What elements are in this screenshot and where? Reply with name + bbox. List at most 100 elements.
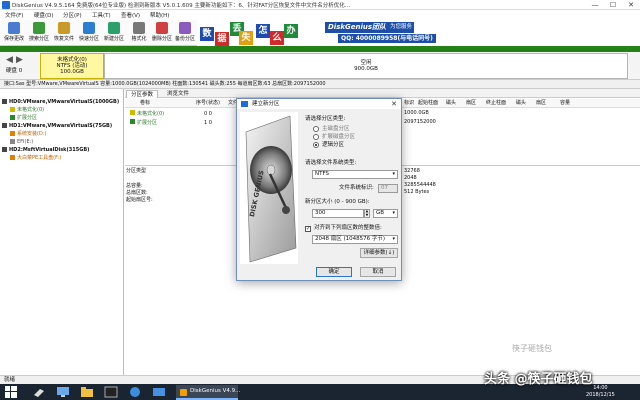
banner-char: 据 xyxy=(215,32,229,46)
tree-node-disk[interactable]: HD0:VMware,VMwareVirtualS(1000GB) xyxy=(2,98,119,106)
prev-disk-icon[interactable]: ◀ xyxy=(6,55,13,65)
menu-help[interactable]: 帮助(H) xyxy=(150,11,169,19)
tray-clock[interactable]: 14:00 2018/12/15 xyxy=(586,385,615,399)
detail-key: 总容量: xyxy=(126,183,143,189)
network-icon[interactable] xyxy=(128,386,142,398)
detail-key: 总扇区数: xyxy=(126,190,148,196)
tab-browse-files[interactable]: 浏览文件 xyxy=(163,90,193,98)
column-header[interactable]: 磁头 xyxy=(446,100,456,107)
close-button[interactable]: ✕ xyxy=(622,0,640,10)
menu-disk[interactable]: 硬盘(D) xyxy=(34,11,54,19)
tree-node-partition[interactable]: 扩展分区 xyxy=(10,114,37,122)
radio-logical-label: 逻辑分区 xyxy=(322,142,345,148)
column-header[interactable]: 终止柱面 xyxy=(486,100,506,107)
minimize-button[interactable]: — xyxy=(586,0,604,10)
detail-value: 2097152000 xyxy=(404,119,436,125)
next-disk-icon[interactable]: ▶ xyxy=(16,55,23,65)
menu-partition[interactable]: 分区(P) xyxy=(63,11,82,19)
tree-node-partition[interactable]: 大白菜PE工具盘(F:) xyxy=(10,154,61,162)
column-header[interactable]: 磁头 xyxy=(516,100,526,107)
disk-info-line: 接口:Sas 型号:VMware,VMwareVirtualS 容量:1000.… xyxy=(0,80,640,89)
diskgenius-app-icon xyxy=(180,389,187,396)
save-changes-button[interactable]: 保存更改 xyxy=(2,21,26,45)
column-header[interactable]: 序号(状态) xyxy=(196,100,220,107)
tree-node-disk[interactable]: HD2:MsftVirtualDisk(315GB) xyxy=(2,146,89,154)
quick-partition-icon xyxy=(83,22,95,34)
fs-type-select[interactable]: NTFS ▾ xyxy=(312,170,398,179)
banner-brand: DiskGenius团队 xyxy=(325,22,390,33)
new-partition-button[interactable]: 新建分区 xyxy=(102,21,126,45)
search-partition-button[interactable]: 搜索分区 xyxy=(27,21,51,45)
clock-date: 2018/12/15 xyxy=(586,392,615,398)
tree-node-partition[interactable]: EFI(E:) xyxy=(10,138,33,146)
detail-value: 512 Bytes xyxy=(404,189,430,195)
banner-char: 失 xyxy=(239,31,253,45)
radio-logical[interactable] xyxy=(313,142,319,148)
align-checkbox[interactable]: ✓ xyxy=(305,226,311,232)
tree-node-partition[interactable]: 系统安装(D:) xyxy=(10,130,46,138)
menu-file[interactable]: 文件(F) xyxy=(5,11,23,19)
dialog-close-button[interactable]: ✕ xyxy=(388,99,400,109)
partition-block-free[interactable]: 空闲 900.0GB xyxy=(104,53,628,79)
quick-partition-button[interactable]: 快速分区 xyxy=(77,21,101,45)
terminal-icon[interactable] xyxy=(104,386,118,398)
table-row[interactable]: 扩展分区 1 0 xyxy=(130,119,212,127)
new-partition-icon xyxy=(108,22,120,34)
ok-button[interactable]: 确定 xyxy=(316,267,352,277)
menu-view[interactable]: 查看(V) xyxy=(121,11,140,19)
tree-node-disk[interactable]: HD1:VMware,VMwareVirtualS(75GB) xyxy=(2,122,112,130)
watermark-top: 筷子砸钱包 xyxy=(512,344,552,353)
computer-icon[interactable] xyxy=(56,386,70,398)
align-select[interactable]: 2048 扇区 (1048576 字节) ▾ xyxy=(312,235,398,244)
disk-label: 硬盘 0 xyxy=(6,68,23,74)
detail-value: 3285544448 xyxy=(404,182,436,188)
size-stepper[interactable]: ▲ ▼ xyxy=(364,209,370,218)
detail-value: 2048 xyxy=(404,175,417,181)
radio-primary[interactable] xyxy=(313,126,319,132)
chevron-down-icon: ▾ xyxy=(392,171,395,177)
size-input[interactable]: 300 xyxy=(312,209,364,218)
cancel-button[interactable]: 取消 xyxy=(360,267,396,277)
recover-files-button[interactable]: 恢复文件 xyxy=(52,21,76,45)
eraser-icon[interactable] xyxy=(32,386,46,398)
delete-partition-button[interactable]: 删除分区 xyxy=(150,21,174,45)
hard-disk-illustration xyxy=(240,112,298,264)
display-icon[interactable] xyxy=(152,386,166,398)
fs-id-label: 文件系统标识: xyxy=(339,185,374,191)
fs-id-field: 07 xyxy=(378,184,398,193)
banner-char: 办 xyxy=(284,24,298,38)
radio-extended[interactable] xyxy=(313,134,319,140)
dialog-title: 建立新分区 xyxy=(252,101,280,107)
recover-icon xyxy=(58,22,70,34)
table-row[interactable]: 未格式化(0) 0 0 xyxy=(130,110,212,118)
align-label: 对齐到下列扇区数的整数倍: xyxy=(314,225,382,231)
search-icon xyxy=(33,22,45,34)
column-header[interactable]: 扇区 xyxy=(536,100,546,107)
maximize-button[interactable]: ☐ xyxy=(604,0,622,10)
format-button[interactable]: 格式化 xyxy=(127,21,151,45)
column-header[interactable]: 扇区 xyxy=(466,100,476,107)
window-title: DiskGenius V4.9.5.164 免费版(64位专业版) 检测到新版本… xyxy=(12,3,351,9)
column-header[interactable]: 卷标 xyxy=(140,100,150,107)
menu-tools[interactable]: 工具(T) xyxy=(92,11,111,19)
format-icon xyxy=(133,22,145,34)
backup-icon xyxy=(179,22,191,34)
column-header[interactable]: 容量 xyxy=(560,100,570,107)
partition-block-unformatted[interactable]: 未格式化(0) NTFS (活动) 100.0GB xyxy=(40,53,104,79)
banner-qq: QQ: 4000089958(与电话同号) xyxy=(338,34,436,43)
backup-partition-button[interactable]: 备份分区 xyxy=(173,21,197,45)
radio-primary-label: 主磁盘分区 xyxy=(322,126,350,132)
column-header[interactable]: 标识 xyxy=(404,100,414,107)
banner-slogan: 为您服务 xyxy=(388,22,415,33)
advanced-params-button[interactable]: 详细参数(↓) xyxy=(360,248,398,258)
partition-block-size: 100.0GB xyxy=(60,69,84,75)
start-icon[interactable] xyxy=(5,386,19,398)
size-unit-select[interactable]: GB ▾ xyxy=(373,209,398,218)
folder-icon[interactable] xyxy=(80,386,94,398)
delete-icon xyxy=(156,22,168,34)
tab-partition-params[interactable]: 分区参数 xyxy=(126,90,159,98)
column-header[interactable]: 起始柱面 xyxy=(418,100,438,107)
tree-node-partition[interactable]: 未格式化(0) xyxy=(10,106,44,114)
partition-type-heading: 请选择分区类型: xyxy=(305,116,346,122)
banner-char: 么 xyxy=(270,31,284,45)
